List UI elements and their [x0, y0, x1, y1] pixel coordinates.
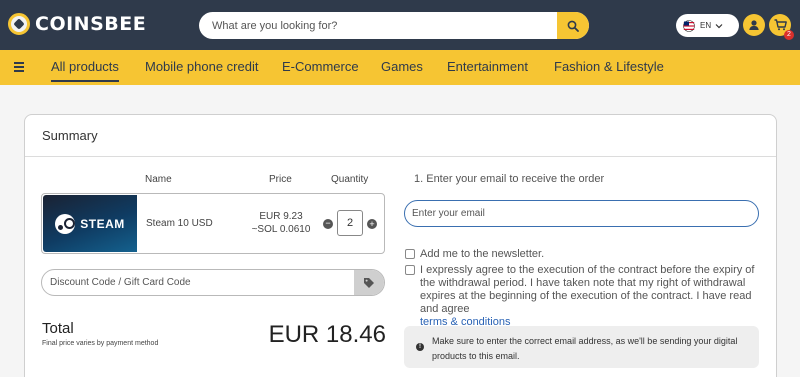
cart-item-row: STEAM Steam 10 USD EUR 9.23 ~SOL 0.0610 … — [41, 193, 385, 254]
total-note: Final price varies by payment method — [42, 340, 159, 347]
newsletter-label: Add me to the newsletter. — [420, 248, 545, 260]
search-icon — [567, 20, 579, 32]
price-sol: ~SOL 0.0610 — [251, 224, 311, 235]
top-header: COINSBEE EN — [0, 0, 800, 50]
product-image: STEAM — [43, 195, 137, 252]
language-label: EN — [700, 21, 712, 30]
logo-text: COINSBEE — [35, 13, 147, 35]
cart-icon — [774, 19, 787, 31]
quantity-decrease-button[interactable]: − — [323, 219, 333, 229]
email-field — [404, 200, 759, 227]
nav-item-entertainment[interactable]: Entertainment — [447, 59, 528, 74]
agreement-checkbox[interactable] — [405, 265, 415, 275]
price-eur: EUR 9.23 — [259, 211, 303, 222]
column-header-name: Name — [145, 174, 172, 185]
agreement-label: I expressly agree to the execution of th… — [420, 264, 765, 329]
summary-divider — [25, 156, 776, 157]
product-price: EUR 9.23 ~SOL 0.0610 — [247, 210, 315, 236]
product-brand: STEAM — [80, 216, 125, 231]
nav-item-all-products[interactable]: All products — [51, 59, 119, 82]
search-bar — [199, 12, 589, 39]
apply-discount-button[interactable] — [354, 270, 384, 295]
menu-icon[interactable] — [14, 62, 24, 72]
search-button[interactable] — [557, 12, 589, 39]
email-input[interactable] — [405, 201, 758, 226]
nav-item-fashion-lifestyle[interactable]: Fashion & Lifestyle — [554, 59, 664, 74]
total-value: EUR 18.46 — [268, 321, 386, 348]
nav-item-games[interactable]: Games — [381, 59, 423, 74]
email-info-notice: ! Make sure to enter the correct email a… — [404, 326, 759, 368]
cart-count-badge: 2 — [784, 30, 794, 40]
email-step-label: 1. Enter your email to receive the order — [414, 173, 605, 185]
chevron-down-icon — [715, 23, 723, 28]
info-icon: ! — [416, 343, 424, 351]
language-selector[interactable]: EN — [676, 14, 739, 37]
agreement-text: I expressly agree to the execution of th… — [420, 264, 755, 315]
discount-code-input[interactable] — [42, 270, 354, 295]
user-icon — [749, 20, 759, 30]
quantity-input[interactable]: 2 — [337, 210, 363, 236]
steam-logo-icon — [55, 213, 76, 234]
product-name: Steam 10 USD — [146, 218, 213, 229]
newsletter-checkbox[interactable] — [405, 249, 415, 259]
globe-flag-icon — [683, 19, 695, 32]
coinsbee-logo[interactable]: COINSBEE — [8, 13, 146, 35]
info-text: Make sure to enter the correct email add… — [432, 336, 738, 361]
nav-item-e-commerce[interactable]: E-Commerce — [282, 59, 359, 74]
tag-icon — [364, 277, 374, 288]
discount-code-field — [41, 269, 385, 296]
account-button[interactable] — [743, 14, 765, 36]
column-header-quantity: Quantity — [331, 174, 369, 185]
quantity-increase-button[interactable]: + — [367, 219, 377, 229]
category-nav: All products Mobile phone credit E-Comme… — [0, 50, 800, 85]
total-label: Total — [42, 320, 74, 337]
column-header-price: Price — [269, 174, 292, 185]
summary-title: Summary — [42, 128, 98, 143]
nav-item-mobile-phone-credit[interactable]: Mobile phone credit — [145, 59, 258, 74]
logo-icon — [8, 13, 30, 35]
search-input[interactable] — [199, 12, 557, 39]
